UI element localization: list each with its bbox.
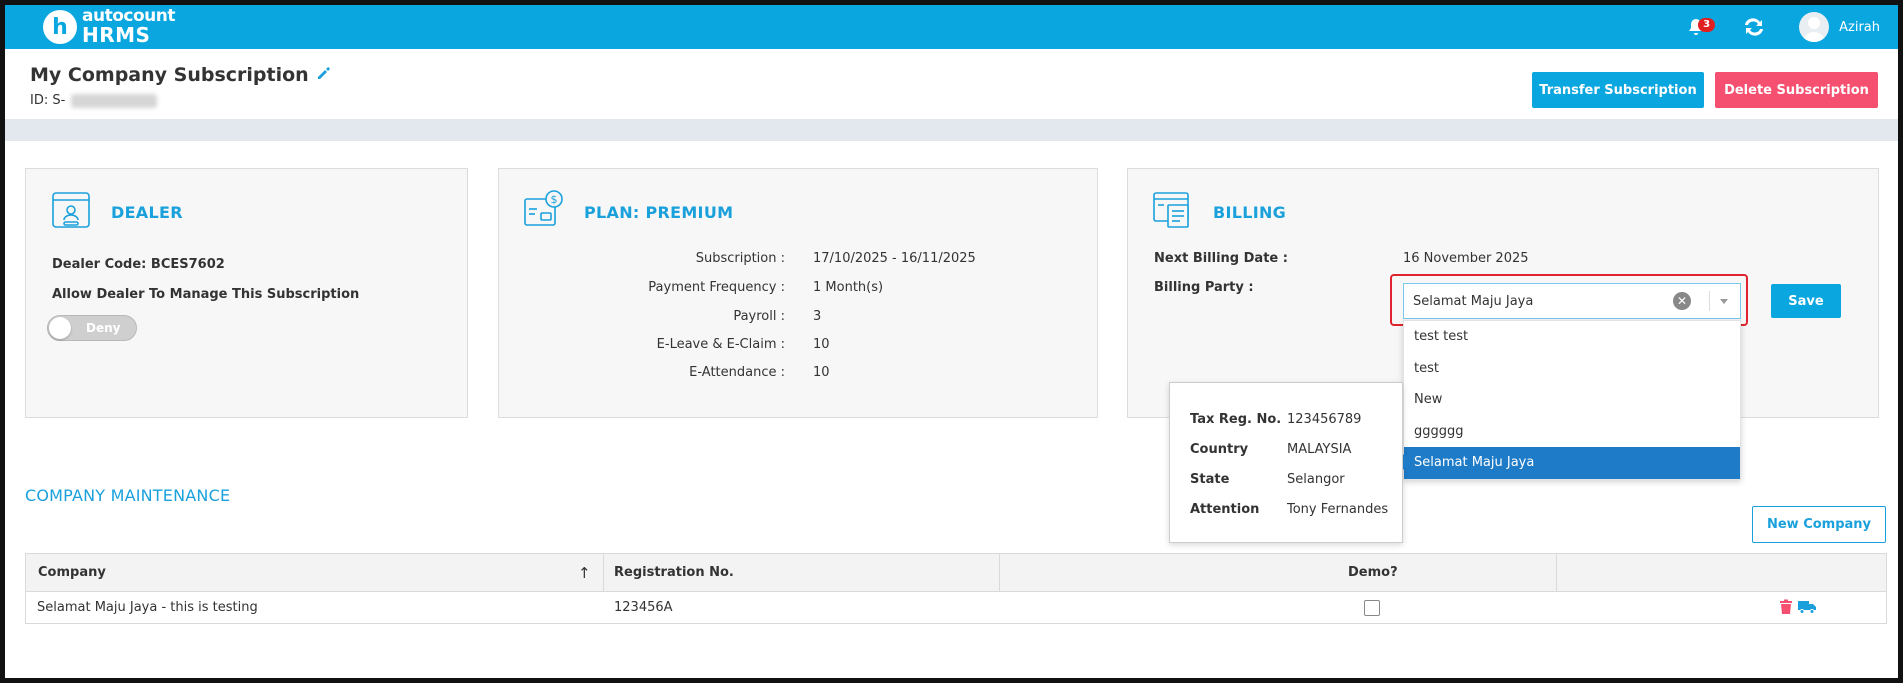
billing-party-value: Selamat Maju Jaya: [1413, 293, 1534, 309]
dealer-card: DEALER Dealer Code: BCES7602 Allow Deale…: [25, 168, 468, 418]
transfer-subscription-button[interactable]: Transfer Subscription: [1532, 72, 1704, 108]
billing-title: BILLING: [1213, 203, 1287, 222]
truck-icon[interactable]: [1797, 599, 1816, 617]
delete-subscription-button[interactable]: Delete Subscription: [1715, 72, 1878, 108]
top-bar: h autocount HRMS 3 Azirah: [5, 5, 1898, 49]
dropdown-option-selected[interactable]: Selamat Maju Jaya: [1404, 447, 1740, 479]
plan-icon: $: [523, 189, 565, 231]
subscription-id-label: ID: S-: [30, 93, 66, 108]
plan-card: $ PLAN: PREMIUM Subscription : 17/10/202…: [498, 168, 1098, 418]
dropdown-option[interactable]: New: [1404, 384, 1740, 416]
app-window: h autocount HRMS 3 Azirah My Company Sub…: [5, 5, 1898, 678]
app-logo[interactable]: h autocount HRMS: [43, 5, 175, 49]
page-title: My Company Subscription: [30, 64, 309, 86]
logo-product: HRMS: [82, 22, 151, 47]
dealer-icon: [50, 189, 92, 231]
company-table: Company ↑ Registration No. Demo? Selamat…: [25, 553, 1887, 624]
logo-brand: autocount: [82, 5, 175, 26]
dealer-code: Dealer Code: BCES7602: [52, 257, 225, 272]
billing-party-dropdown: test test test New gggggg Selamat Maju J…: [1403, 320, 1741, 480]
plan-row: Payroll : 3: [733, 309, 822, 324]
chevron-down-icon[interactable]: [1720, 298, 1728, 304]
table-header: Company ↑ Registration No. Demo?: [26, 554, 1886, 592]
plan-row: Payment Frequency : 1 Month(s): [648, 280, 884, 295]
user-name[interactable]: Azirah: [1839, 20, 1880, 35]
next-billing-label: Next Billing Date :: [1154, 251, 1288, 266]
dropdown-option[interactable]: gggggg: [1404, 416, 1740, 448]
column-header-registration[interactable]: Registration No.: [614, 554, 734, 592]
dropdown-option[interactable]: test test: [1404, 321, 1740, 353]
billing-party-select[interactable]: Selamat Maju Jaya ✕: [1403, 283, 1741, 319]
notification-badge: 3: [1698, 18, 1716, 32]
column-header-demo[interactable]: Demo?: [1348, 554, 1398, 592]
demo-checkbox[interactable]: [1364, 600, 1380, 616]
tooltip-pointer: [1403, 454, 1411, 470]
svg-text:$: $: [551, 193, 558, 206]
billing-icon: [1152, 189, 1194, 231]
company-maintenance-title: COMPANY MAINTENANCE: [25, 486, 231, 505]
trash-icon[interactable]: [1779, 599, 1797, 617]
notification-bell-icon[interactable]: 3: [1685, 16, 1716, 38]
save-button[interactable]: Save: [1771, 284, 1841, 318]
user-avatar[interactable]: [1799, 12, 1830, 42]
logo-mark: h: [43, 10, 77, 44]
billing-party-details-tooltip: Tax Reg. No. 123456789 Country MALAYSIA …: [1169, 382, 1403, 543]
dropdown-option[interactable]: test: [1404, 353, 1740, 385]
tooltip-row: State Selangor: [1190, 472, 1345, 487]
clear-selection-icon[interactable]: ✕: [1673, 292, 1691, 310]
tooltip-row: Tax Reg. No. 123456789: [1190, 412, 1362, 427]
subscription-id-redacted: [71, 93, 158, 108]
plan-row: E-Attendance : 10: [689, 365, 830, 380]
edit-pencil-icon[interactable]: [316, 64, 331, 86]
next-billing-value: 16 November 2025: [1403, 251, 1529, 266]
new-company-button[interactable]: New Company: [1752, 506, 1886, 543]
allow-dealer-label: Allow Dealer To Manage This Subscription: [52, 287, 360, 302]
toggle-knob: [49, 317, 71, 339]
toggle-state-label: Deny: [86, 321, 121, 335]
company-name-cell: Selamat Maju Jaya - this is testing: [37, 600, 258, 615]
column-header-company[interactable]: Company: [38, 554, 106, 592]
table-row: Selamat Maju Jaya - this is testing 1234…: [26, 592, 1886, 623]
plan-row: Subscription : 17/10/2025 - 16/11/2025: [695, 251, 976, 266]
header-divider-band: [5, 119, 1898, 141]
billing-party-label: Billing Party :: [1154, 280, 1254, 295]
tooltip-row: Country MALAYSIA: [1190, 442, 1352, 457]
registration-cell: 123456A: [614, 600, 673, 615]
plan-title: PLAN: PREMIUM: [584, 203, 734, 222]
switch-company-icon[interactable]: [1741, 14, 1767, 40]
dealer-title: DEALER: [111, 203, 183, 222]
sort-ascending-icon[interactable]: ↑: [578, 554, 591, 592]
plan-row: E-Leave & E-Claim : 10: [656, 337, 830, 352]
tooltip-row: Attention Tony Fernandes: [1190, 502, 1389, 517]
allow-dealer-toggle[interactable]: Deny: [47, 315, 137, 341]
